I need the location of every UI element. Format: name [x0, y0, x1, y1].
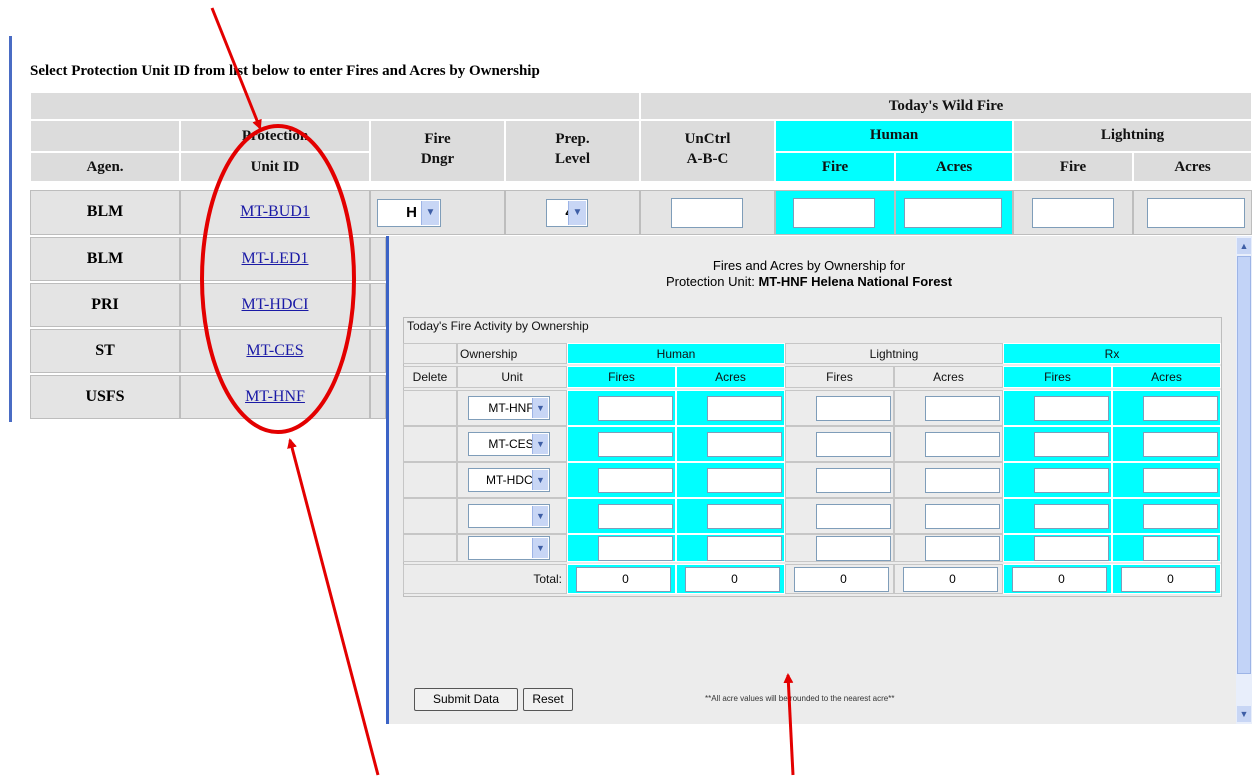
arrow-to-protection-header	[210, 7, 262, 130]
highlight-ellipse	[200, 124, 356, 434]
arrow-to-popup	[783, 673, 795, 776]
annotation-overlay	[200, 7, 795, 776]
arrow-to-unit-list	[287, 438, 380, 776]
